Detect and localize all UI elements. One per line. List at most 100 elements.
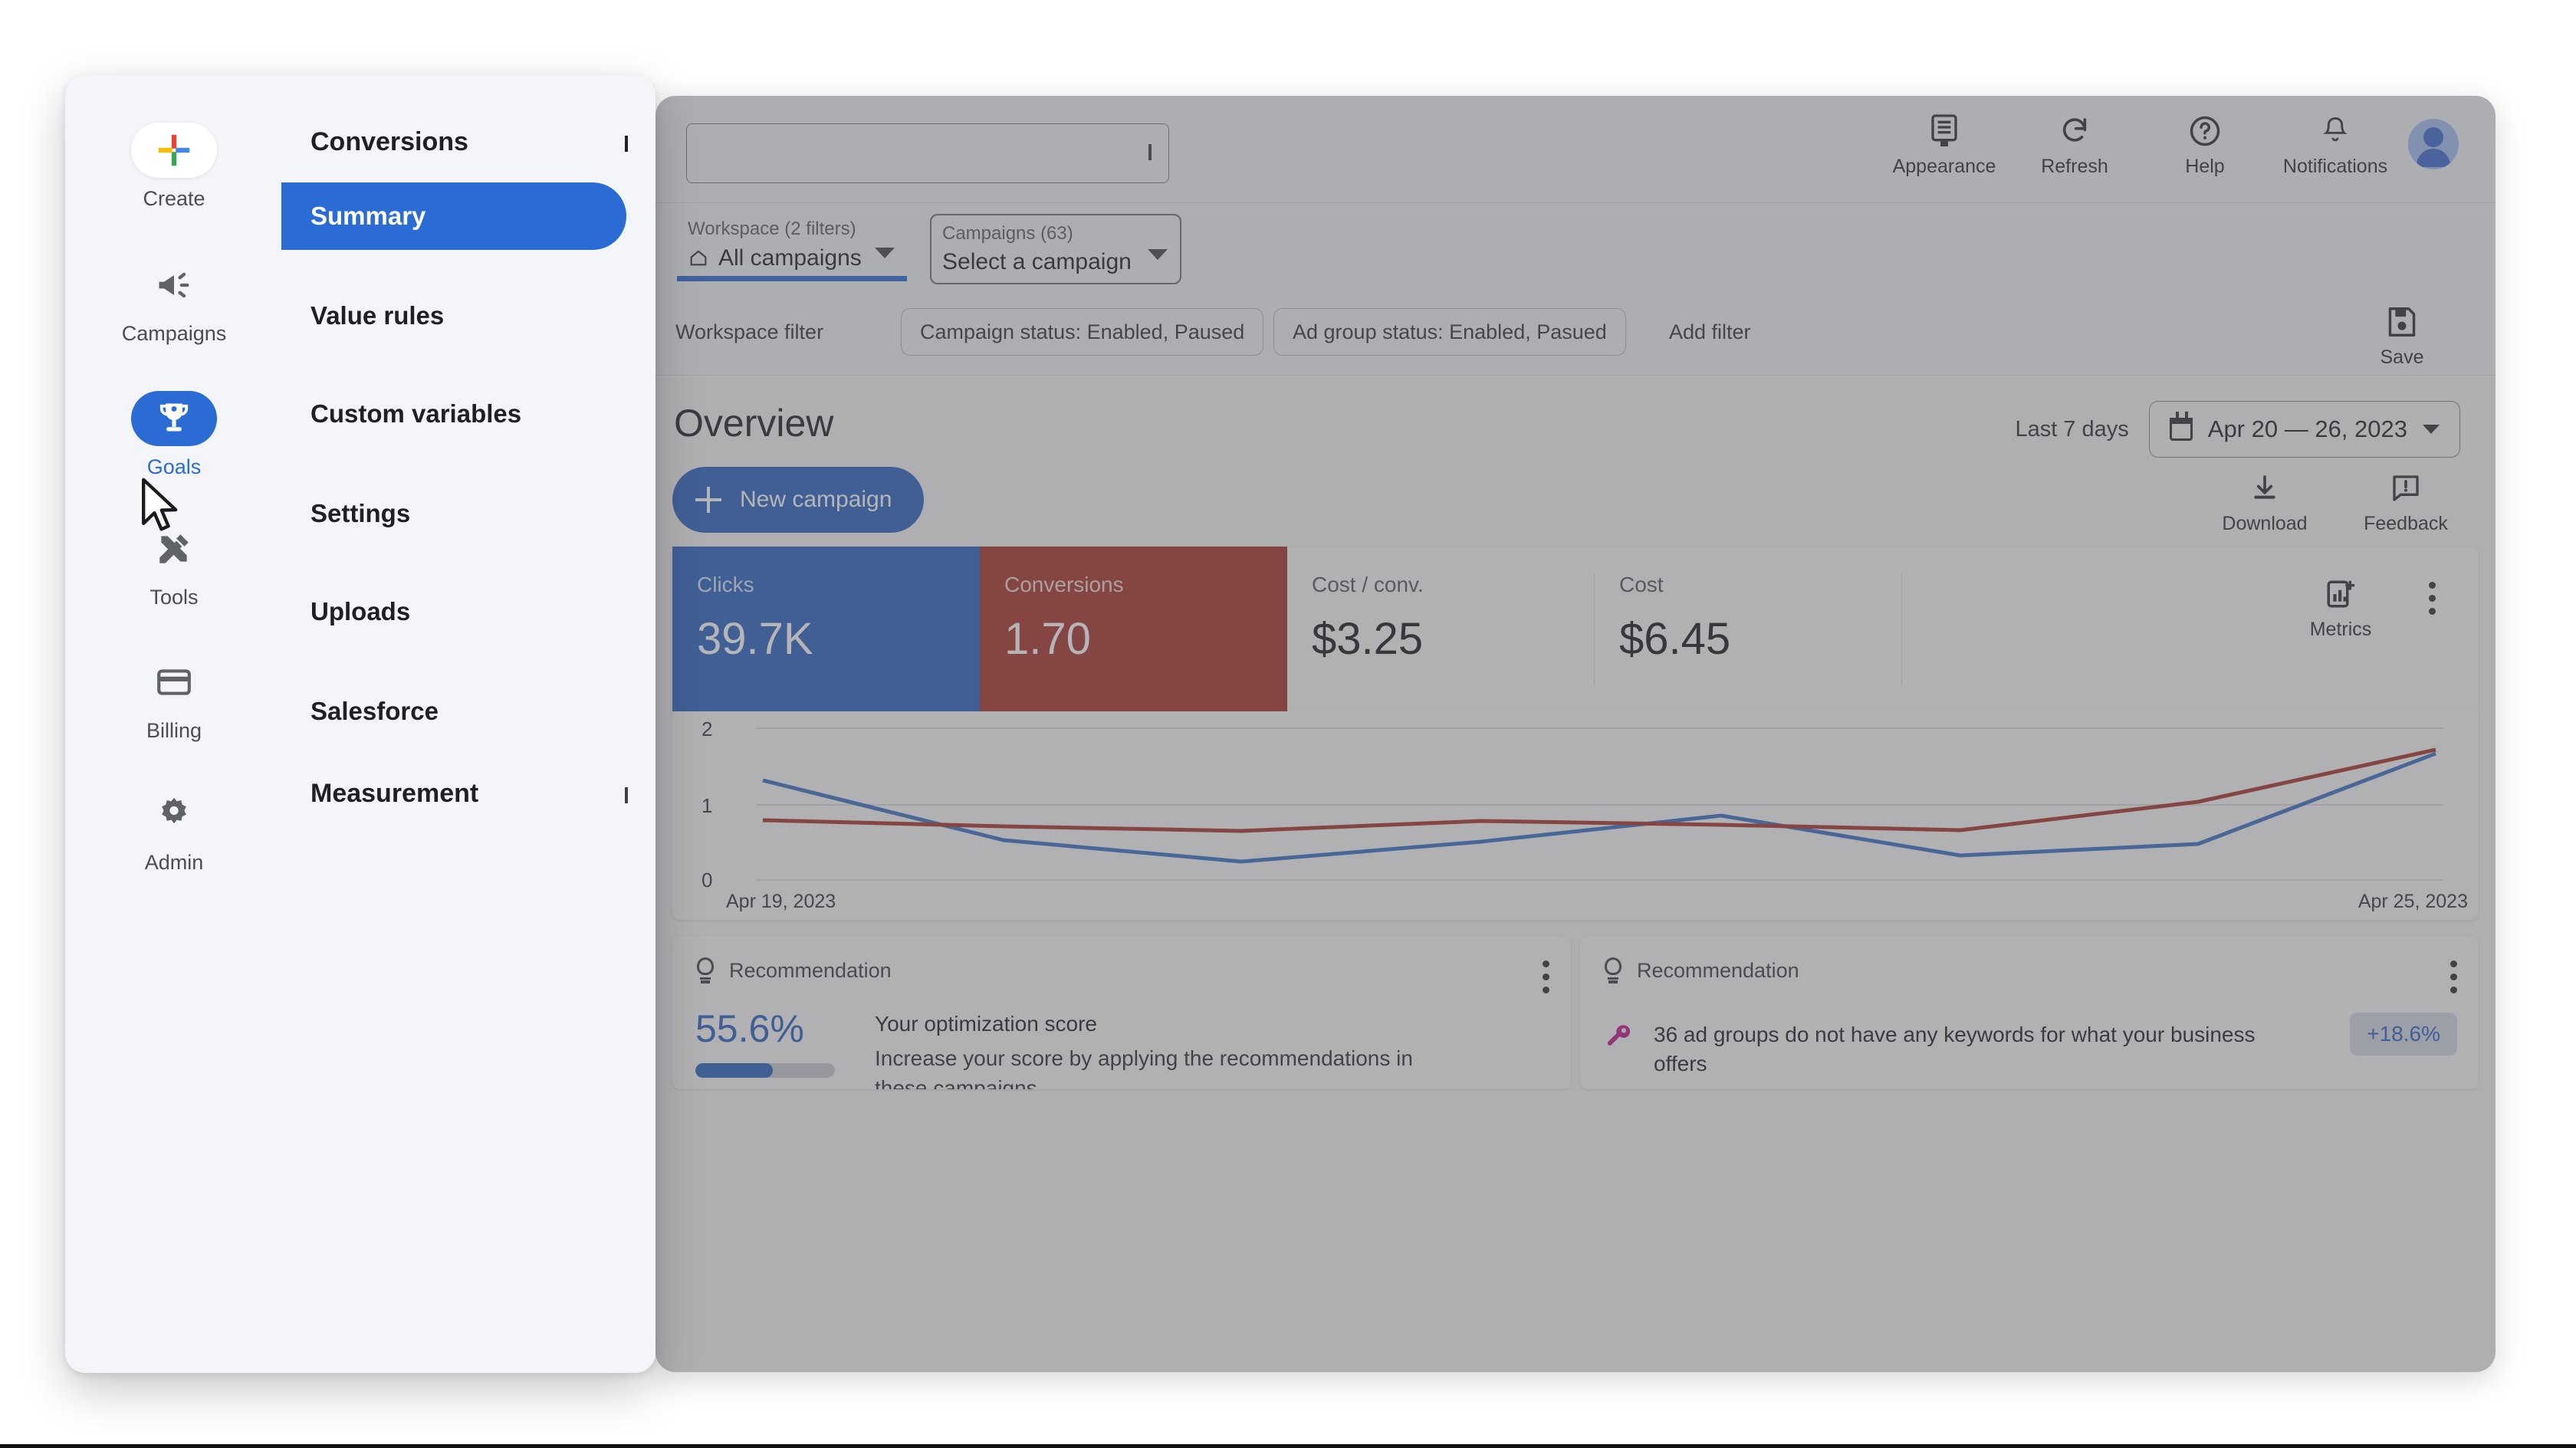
performance-chart: 2 1 0 Apr 19, 2023 Apr 25, 2023 — [672, 711, 2479, 920]
metric-card-cost-per-conv[interactable]: Cost / conv. $3.25 — [1287, 547, 1595, 711]
gear-icon — [131, 786, 217, 842]
home-icon — [690, 250, 707, 266]
feedback-button[interactable]: Feedback — [2361, 471, 2451, 534]
new-campaign-button[interactable]: New campaign — [672, 467, 925, 533]
sidebar-item-billing[interactable]: Billing — [113, 655, 235, 741]
recommendation-more-button[interactable] — [2450, 956, 2457, 993]
metrics-icon — [2324, 577, 2358, 611]
google-ads-window: Appearance Refresh Help Notifications Wo… — [656, 96, 2496, 1372]
sidebar-item-create[interactable]: Create — [113, 123, 235, 209]
metric-card-clicks[interactable]: Clicks 39.7K — [672, 547, 980, 711]
recommendation-label: Recommendation — [1637, 958, 1799, 982]
date-range-area: Last 7 days Apr 20 — 26, 2023 — [2015, 401, 2460, 458]
content-area: Overview New campaign Last 7 days Apr 20… — [656, 376, 2496, 1372]
recommendation-card-keywords[interactable]: Recommendation 36 ad groups do not have … — [1580, 936, 2479, 1089]
more-options-button[interactable] — [2429, 577, 2436, 615]
score-value: 55.6% — [695, 1007, 804, 1050]
metric-value: 1.70 — [1004, 614, 1091, 664]
download-icon — [2248, 471, 2282, 505]
filter-chip-adgroup-status[interactable]: Ad group status: Enabled, Pasued — [1273, 308, 1626, 356]
submenu-item-label: Custom variables — [310, 399, 522, 428]
metrics-button[interactable]: Metrics — [2295, 577, 2386, 639]
filter-chip-workspace[interactable]: Workspace filter — [657, 308, 842, 356]
submenu-item-salesforce[interactable]: Salesforce — [281, 678, 626, 745]
y-tick-2: 2 — [702, 717, 713, 740]
metric-label: Clicks — [697, 573, 754, 596]
metric-label: Cost — [1619, 573, 1664, 596]
metric-card-cost[interactable]: Cost $6.45 — [1595, 547, 1902, 711]
download-button[interactable]: Download — [2220, 471, 2310, 534]
y-tick-0: 0 — [702, 868, 713, 891]
recommendation-text: Your optimization score Increase your sc… — [875, 1010, 1434, 1089]
submenu-header[interactable]: Conversions — [310, 127, 628, 157]
filter-row: Workspace filter Campaign status: Enable… — [656, 291, 2496, 376]
wrench-icon — [1603, 1020, 1634, 1051]
workspace-value: All campaigns — [718, 245, 862, 271]
filter-chip-campaign-status[interactable]: Campaign status: Enabled, Paused — [901, 308, 1264, 356]
help-label: Help — [2185, 156, 2225, 177]
submenu-item-label: Summary — [310, 202, 426, 230]
metric-label: Conversions — [1004, 573, 1124, 596]
submenu-item-label: Salesforce — [310, 697, 439, 725]
x-tick-start: Apr 19, 2023 — [726, 891, 836, 912]
chevron-down-icon — [2423, 425, 2440, 434]
submenu-item-value-rules[interactable]: Value rules — [281, 282, 626, 350]
submenu-item-uploads[interactable]: Uploads — [281, 578, 626, 645]
metric-label: Cost / conv. — [1312, 573, 1424, 596]
sidebar-item-campaigns[interactable]: Campaigns — [113, 258, 235, 344]
sidebar-item-goals[interactable]: Goals — [113, 391, 235, 478]
plus-google-icon — [131, 123, 217, 178]
add-filter-button[interactable]: Add filter — [1651, 308, 1769, 356]
recommendation-more-button[interactable] — [1543, 956, 1549, 993]
sidebar-item-label: Goals — [146, 455, 202, 478]
download-label: Download — [2222, 513, 2308, 534]
appearance-label: Appearance — [1892, 156, 1996, 177]
submenu-item-summary[interactable]: Summary — [281, 182, 626, 250]
recommendation-card-optimization-score[interactable]: Recommendation 55.6% Your optimization s… — [672, 936, 1571, 1089]
page-bottom-rule — [0, 1444, 2576, 1448]
workspace-selector[interactable]: Workspace (2 filters) All campaigns — [677, 214, 907, 281]
submenu-item-settings[interactable]: Settings — [281, 480, 626, 547]
notifications-button[interactable]: Notifications — [2283, 114, 2387, 176]
overview-header: Overview New campaign Last 7 days Apr 20… — [656, 376, 2496, 534]
chevron-down-icon[interactable] — [625, 786, 628, 803]
metrics-tools: Metrics — [2187, 547, 2479, 711]
card-icon — [131, 655, 217, 710]
save-label: Save — [2380, 346, 2424, 368]
sidebar-item-admin[interactable]: Admin — [113, 786, 235, 873]
refresh-label: Refresh — [2041, 156, 2108, 177]
recommendation-body: 36 ad groups do not have any keywords fo… — [1603, 1020, 2456, 1078]
account-select[interactable] — [686, 123, 1169, 183]
sidebar-item-label: Create — [143, 187, 205, 210]
appearance-button[interactable]: Appearance — [1893, 114, 1996, 176]
page-title: Overview — [674, 402, 834, 445]
nav-rail: Create Campaigns Goals Tools Billing Adm… — [65, 75, 281, 1373]
recommendation-header: Recommendation — [1603, 957, 2456, 983]
recommendation-body: 55.6% Your optimization score Increase y… — [695, 1010, 1548, 1089]
campaigns-caption: Campaigns (63) — [942, 222, 1073, 244]
x-tick-end: Apr 25, 2023 — [2358, 891, 2468, 912]
avatar[interactable] — [2408, 119, 2459, 169]
submenu-footer-measurement[interactable]: Measurement — [310, 779, 628, 809]
navigation-panel: Create Campaigns Goals Tools Billing Adm… — [65, 75, 656, 1373]
save-button[interactable]: Save — [2356, 305, 2448, 369]
campaign-selector[interactable]: Campaigns (63) Select a campaign — [930, 214, 1181, 284]
chart-canvas — [757, 727, 2443, 881]
notifications-label: Notifications — [2282, 156, 2388, 177]
date-range-value: Apr 20 — 26, 2023 — [2207, 415, 2407, 442]
chevron-down-icon — [875, 248, 895, 258]
submenu-item-custom-variables[interactable]: Custom variables — [281, 380, 626, 448]
workspace-caption: Workspace (2 filters) — [688, 218, 856, 240]
bell-icon — [2318, 114, 2352, 148]
save-icon — [2385, 305, 2419, 339]
chevron-up-icon[interactable] — [625, 135, 628, 152]
date-range-picker[interactable]: Apr 20 — 26, 2023 — [2148, 401, 2460, 458]
recommendation-header: Recommendation — [695, 957, 1548, 983]
refresh-button[interactable]: Refresh — [2029, 114, 2120, 176]
metrics-label: Metrics — [2309, 619, 2372, 640]
help-button[interactable]: Help — [2160, 114, 2250, 176]
nav-submenu: Conversions Summary Value rules Custom v… — [281, 75, 656, 1373]
sidebar-item-label: Billing — [146, 719, 202, 742]
metric-card-conversions[interactable]: Conversions 1.70 — [980, 547, 1287, 711]
submenu-footer-title: Measurement — [310, 779, 479, 808]
